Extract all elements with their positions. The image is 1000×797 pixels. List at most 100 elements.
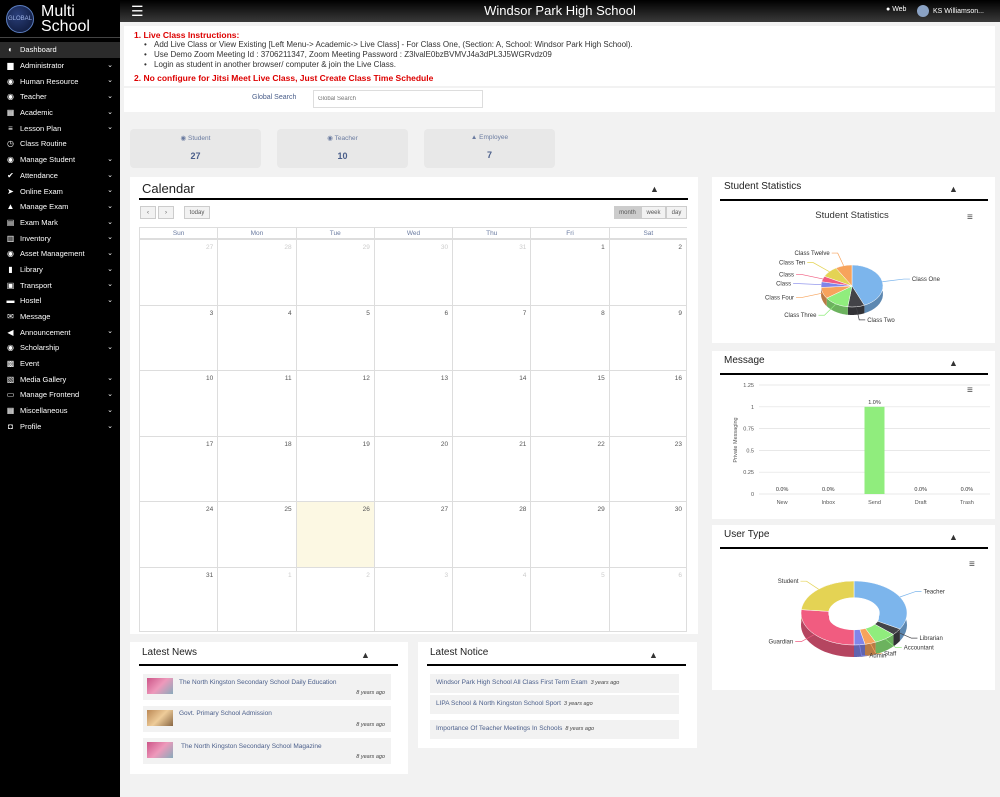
- news-item[interactable]: Govt. Primary School Admission 8 years a…: [143, 706, 391, 732]
- calendar-day-cell[interactable]: 8: [530, 304, 609, 370]
- calendar-day-cell[interactable]: 2: [295, 566, 374, 632]
- chevron-up-icon[interactable]: ▲: [649, 650, 658, 660]
- calendar-day-cell[interactable]: 28: [452, 501, 531, 567]
- news-title[interactable]: The North Kingston Secondary School Maga…: [181, 743, 322, 750]
- sidebar-item-teacher[interactable]: ◉ Teacher ⌄: [0, 89, 120, 105]
- bar-send[interactable]: [864, 406, 885, 494]
- chevron-up-icon[interactable]: ▲: [361, 650, 370, 660]
- web-link[interactable]: ● Web: [886, 6, 906, 13]
- calendar-day-cell[interactable]: 16: [608, 370, 687, 436]
- calendar-day-cell[interactable]: 14: [452, 370, 531, 436]
- notice-item[interactable]: Windsor Park High School All Class First…: [430, 674, 679, 693]
- calendar-day-cell[interactable]: 30: [373, 239, 453, 305]
- sidebar-item-online-exam[interactable]: ➤ Online Exam ⌄: [0, 183, 120, 199]
- next-button[interactable]: ›: [158, 206, 174, 219]
- logo[interactable]: GLOBAL Multi School: [0, 0, 120, 38]
- notice-title[interactable]: Windsor Park High School All Class First…: [436, 679, 588, 686]
- month-view-button[interactable]: month: [614, 206, 641, 219]
- employee-count-card[interactable]: ▲ Employee 7: [424, 129, 555, 168]
- sidebar-item-administrator[interactable]: ▆ Administrator ⌄: [0, 58, 120, 74]
- sidebar-item-class-routine[interactable]: ◷ Class Routine: [0, 136, 120, 152]
- sidebar-item-event[interactable]: ▩ Event: [0, 356, 120, 372]
- calendar-day-cell[interactable]: 24: [139, 501, 218, 567]
- latest-news-panel: Latest News ▲ The North Kingston Seconda…: [130, 642, 408, 774]
- sidebar-item-dashboard[interactable]: ◐ Dashboard: [0, 42, 120, 58]
- calendar-day-cell[interactable]: 23: [608, 435, 687, 501]
- calendar-day-cell[interactable]: 25: [217, 501, 296, 567]
- news-item[interactable]: The North Kingston Secondary School Maga…: [143, 738, 391, 764]
- calendar-day-cell[interactable]: 29: [295, 239, 374, 305]
- sidebar-item-media-gallery[interactable]: ▧ Media Gallery ⌄: [0, 371, 120, 387]
- student-count-card[interactable]: ◉ Student 27: [130, 129, 261, 168]
- sidebar-item-manage-student[interactable]: ◉ Manage Student ⌄: [0, 152, 120, 168]
- calendar-day-cell[interactable]: 1: [530, 239, 609, 305]
- sidebar-item-hostel[interactable]: ▬ Hostel ⌄: [0, 293, 120, 309]
- calendar-day-cell[interactable]: 31: [139, 566, 218, 632]
- sidebar-item-manage-exam[interactable]: ▲ Manage Exam ⌄: [0, 199, 120, 215]
- calendar-day-cell[interactable]: 26: [295, 501, 374, 567]
- calendar-day-cell[interactable]: 17: [139, 435, 218, 501]
- sidebar-item-message[interactable]: ✉ Message: [0, 309, 120, 325]
- user-menu[interactable]: KS Williamson...: [917, 5, 984, 17]
- calendar-day-cell[interactable]: 4: [452, 566, 531, 632]
- notice-title[interactable]: LIPA School & North Kingston School Spor…: [436, 700, 561, 707]
- day-view-button[interactable]: day: [666, 206, 687, 219]
- news-title[interactable]: The North Kingston Secondary School Dail…: [179, 679, 337, 686]
- calendar-day-cell[interactable]: 5: [530, 566, 609, 632]
- calendar-day-cell[interactable]: 3: [139, 304, 218, 370]
- calendar-day-cell[interactable]: 11: [217, 370, 296, 436]
- sidebar-item-lesson-plan[interactable]: ≡ Lesson Plan ⌄: [0, 120, 120, 136]
- calendar-day-cell[interactable]: 6: [373, 304, 453, 370]
- sidebar-item-manage-frontend[interactable]: ▭ Manage Frontend ⌄: [0, 387, 120, 403]
- calendar-day-cell[interactable]: 2: [608, 239, 687, 305]
- calendar-day-cell[interactable]: 31: [452, 239, 531, 305]
- calendar-day-cell[interactable]: 18: [217, 435, 296, 501]
- calendar-day-cell[interactable]: 9: [608, 304, 687, 370]
- sidebar-item-exam-mark[interactable]: ▤ Exam Mark ⌄: [0, 215, 120, 231]
- calendar-day-cell[interactable]: 12: [295, 370, 374, 436]
- calendar-day-cell[interactable]: 29: [530, 501, 609, 567]
- sidebar-item-academic[interactable]: ▦ Academic ⌄: [0, 105, 120, 121]
- calendar-day-cell[interactable]: 21: [452, 435, 531, 501]
- user-icon: ▆: [7, 61, 14, 71]
- sidebar-item-asset-management[interactable]: ◉ Asset Management ⌄: [0, 246, 120, 262]
- sidebar-item-label: Manage Exam: [20, 202, 69, 212]
- notice-item[interactable]: Importance Of Teacher Meetings In School…: [430, 720, 679, 739]
- calendar-day-cell[interactable]: 6: [608, 566, 687, 632]
- calendar-day-cell[interactable]: 28: [217, 239, 296, 305]
- calendar-day-cell[interactable]: 15: [530, 370, 609, 436]
- calendar-day-cell[interactable]: 3: [373, 566, 453, 632]
- news-title[interactable]: Govt. Primary School Admission: [179, 710, 272, 717]
- calendar-day-cell[interactable]: 10: [139, 370, 218, 436]
- calendar-day-cell[interactable]: 22: [530, 435, 609, 501]
- sidebar-item-library[interactable]: ▮ Library ⌄: [0, 262, 120, 278]
- calendar-day-cell[interactable]: 19: [295, 435, 374, 501]
- teacher-count-card[interactable]: ◉ Teacher 10: [277, 129, 408, 168]
- calendar-day-cell[interactable]: 27: [139, 239, 218, 305]
- calendar-day-cell[interactable]: 5: [295, 304, 374, 370]
- sidebar-item-human-resource[interactable]: ◉ Human Resource ⌄: [0, 73, 120, 89]
- sidebar-item-transport[interactable]: ▣ Transport ⌄: [0, 277, 120, 293]
- sidebar-item-attendance[interactable]: ✔ Attendance ⌄: [0, 168, 120, 184]
- chevron-down-icon: ⌄: [107, 77, 113, 85]
- notice-item[interactable]: LIPA School & North Kingston School Spor…: [430, 695, 679, 714]
- calendar-day-cell[interactable]: 30: [608, 501, 687, 567]
- today-button[interactable]: today: [184, 206, 210, 219]
- calendar-day-cell[interactable]: 1: [217, 566, 296, 632]
- sidebar-item-scholarship[interactable]: ◉ Scholarship ⌄: [0, 340, 120, 356]
- week-view-button[interactable]: week: [641, 206, 666, 219]
- sidebar-item-profile[interactable]: ◘ Profile ⌄: [0, 419, 120, 435]
- calendar-day-cell[interactable]: 27: [373, 501, 453, 567]
- news-item[interactable]: The North Kingston Secondary School Dail…: [143, 674, 391, 700]
- sidebar-item-inventory[interactable]: ▥ Inventory ⌄: [0, 230, 120, 246]
- prev-button[interactable]: ‹: [140, 206, 156, 219]
- calendar-day-cell[interactable]: 4: [217, 304, 296, 370]
- calendar-day-cell[interactable]: 7: [452, 304, 531, 370]
- chevron-up-icon[interactable]: ▲: [650, 184, 659, 194]
- calendar-day-cell[interactable]: 13: [373, 370, 453, 436]
- calendar-day-cell[interactable]: 20: [373, 435, 453, 501]
- notice-title[interactable]: Importance Of Teacher Meetings In School…: [436, 725, 562, 732]
- sidebar-item-miscellaneous[interactable]: ▦ Miscellaneous ⌄: [0, 403, 120, 419]
- global-search-input[interactable]: [313, 90, 483, 108]
- sidebar-item-announcement[interactable]: ◀ Announcement ⌄: [0, 324, 120, 340]
